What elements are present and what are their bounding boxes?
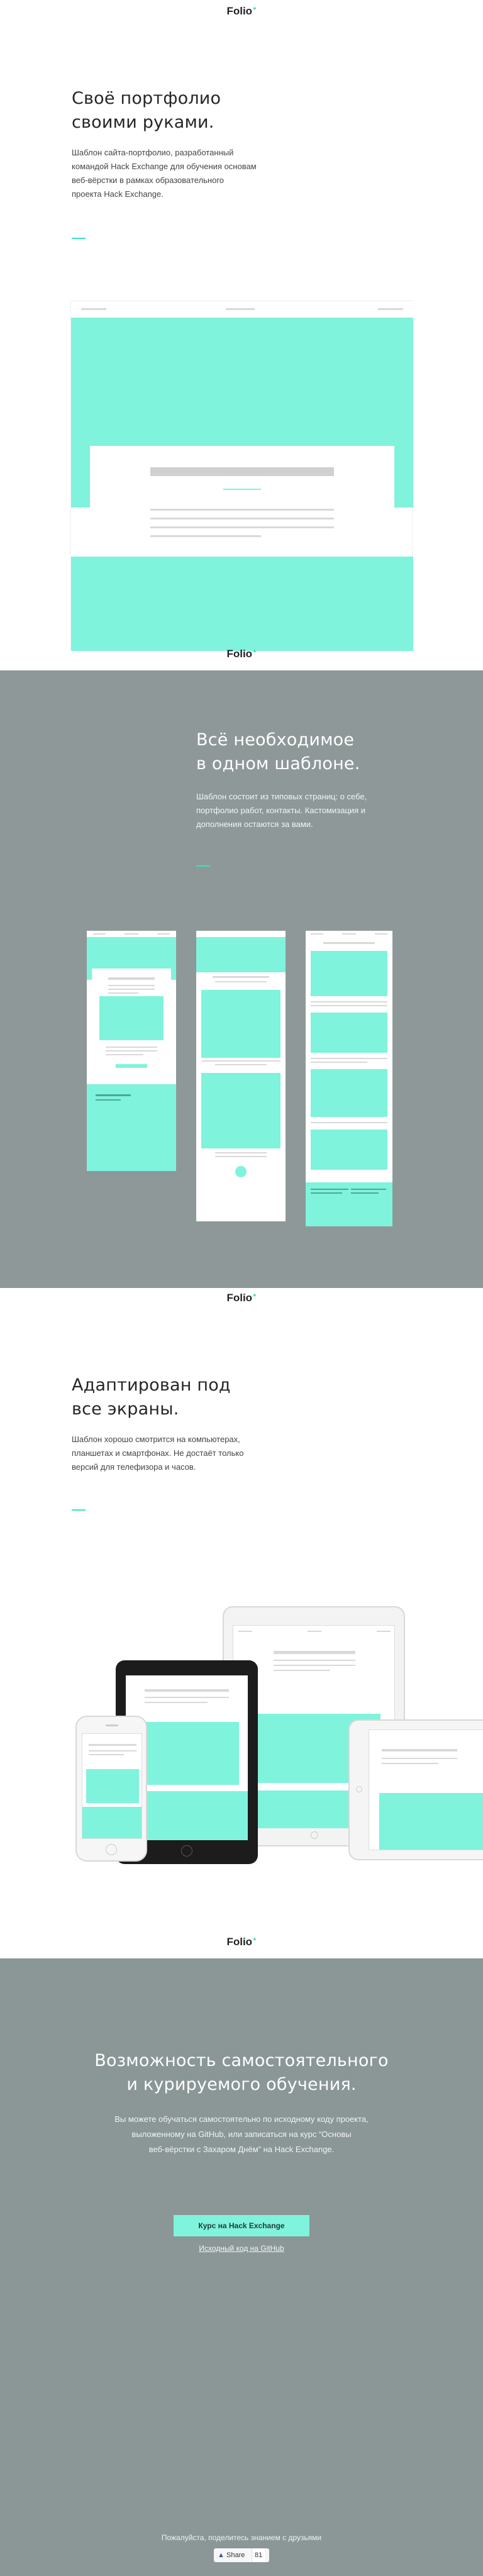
logo[interactable]: Folio● — [0, 1292, 483, 1304]
preview-nav — [71, 301, 413, 318]
share-icon: ▲ — [218, 2551, 225, 2559]
logo-template-section[interactable]: Folio● — [0, 648, 483, 660]
share-prompt: Пожалуйста, поделитесь знанием с друзьям… — [161, 2533, 322, 2542]
template-description: Шаблон состоит из типовых страниц: о себ… — [196, 792, 367, 829]
logo-dot-icon: ● — [253, 1936, 257, 1942]
phone-device — [75, 1716, 147, 1862]
adaptive-accent-line — [72, 1509, 86, 1511]
share-widget[interactable]: ▲ Share 81 — [214, 2548, 269, 2562]
adaptive-title: Адаптирован под все экраны. — [72, 1375, 231, 1419]
share-count: 81 — [252, 2548, 265, 2562]
logo-dot-icon: ● — [253, 5, 257, 11]
hero-accent-line — [72, 238, 86, 239]
learning-description: Вы можете обучаться самостоятельно по ис… — [114, 2114, 369, 2154]
logo-learning-section[interactable]: Folio● — [0, 1936, 483, 1948]
share-button[interactable]: Share — [226, 2548, 245, 2562]
adaptive-description: Шаблон хорошо смотрится на компьютерах, п… — [72, 1435, 244, 1472]
page-thumb-portfolio — [196, 931, 286, 1221]
template-accent-line — [196, 865, 210, 867]
tablet-landscape-device — [348, 1719, 483, 1860]
page-thumb-about — [87, 931, 176, 1171]
template-preview — [70, 301, 413, 651]
learning-section: Возможность самостоятельного и курируемог… — [0, 1958, 483, 2576]
template-section: Всё необходимое в одном шаблоне. Шаблон с… — [0, 670, 483, 1288]
logo-dot-icon: ● — [253, 648, 257, 654]
logo-dot-icon: ● — [253, 1292, 257, 1298]
hero-section: Folio● Своё портфолио своими руками. Шабл… — [0, 0, 483, 670]
logo[interactable]: Folio● — [0, 5, 483, 18]
hero-title: Своё портфолио своими руками. — [72, 89, 221, 132]
page-thumb-contacts — [306, 931, 392, 1226]
template-title: Всё необходимое в одном шаблоне. — [196, 730, 360, 774]
learning-title: Возможность самостоятельного и курируемог… — [94, 2051, 389, 2094]
hero-description: Шаблон сайта-портфолио, разработанный ком… — [72, 148, 257, 199]
github-link[interactable]: Исходный код на GitHub — [0, 2244, 483, 2253]
preview-footer-block — [71, 557, 413, 651]
preview-content-card — [90, 446, 394, 557]
course-button[interactable]: Курс на Hack Exchange — [174, 2215, 309, 2236]
adaptive-section: Folio● Адаптирован под все экраны. Шаблон… — [0, 1288, 483, 1958]
